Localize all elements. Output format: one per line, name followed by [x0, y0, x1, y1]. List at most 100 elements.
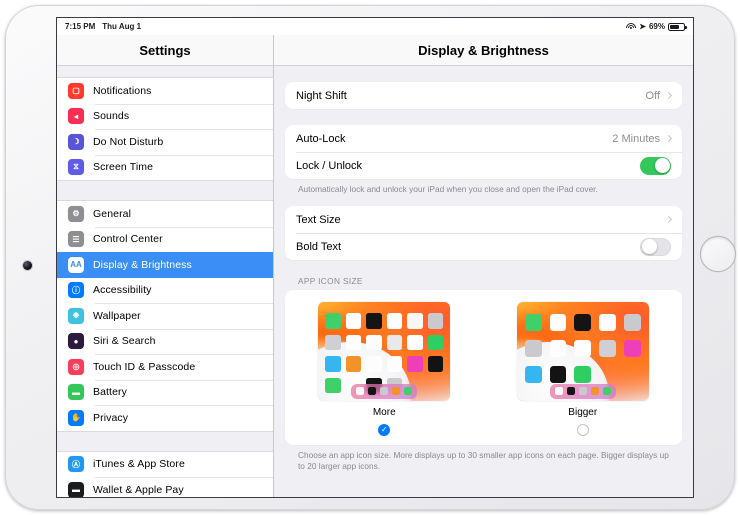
lock-unlock-toggle[interactable]	[640, 156, 671, 175]
sidebar-item-label: Accessibility	[93, 284, 152, 297]
sounds-icon: ◂	[68, 108, 84, 125]
app-icon	[574, 365, 592, 383]
lock-unlock-label: Lock / Unlock	[296, 159, 363, 172]
home-screen-preview-bigger	[516, 302, 649, 402]
app-icon-grid	[517, 302, 649, 383]
text-size-aa-icon: AA	[68, 256, 84, 273]
app-icon	[524, 314, 542, 331]
app-icon-size-option-more[interactable]: More ✓	[309, 302, 459, 437]
sidebar-item-wallpaper[interactable]: ❉ Wallpaper	[57, 303, 273, 329]
app-icon	[574, 314, 592, 331]
sidebar-item-touch-id-passcode[interactable]: ◎ Touch ID & Passcode	[57, 354, 273, 380]
location-arrow-icon: ➤	[639, 21, 646, 31]
auto-lock-card: Auto-Lock 2 Minutes Lock / Unlock	[285, 125, 682, 179]
fingerprint-icon: ◎	[68, 358, 84, 375]
sidebar-item-label: Siri & Search	[93, 335, 156, 348]
sidebar-item-itunes-app-store[interactable]: ⒶiTunes & App Store	[57, 451, 273, 477]
text-card: Text Size Bold Text	[285, 206, 682, 261]
dock	[351, 383, 418, 400]
auto-lock-row[interactable]: Auto-Lock 2 Minutes	[285, 125, 682, 152]
sidebar-item-do-not-disturb[interactable]: ☽ Do Not Disturb	[57, 129, 273, 155]
sidebar-item-screen-time[interactable]: ⧖ Screen Time	[57, 154, 273, 180]
app-icon	[345, 313, 362, 329]
sidebar-item-privacy[interactable]: ✋ Privacy	[57, 405, 273, 431]
night-shift-row[interactable]: Night Shift Off	[285, 82, 682, 109]
chevron-right-icon	[664, 216, 673, 224]
wallet-icon: ▬	[68, 481, 84, 497]
app-icon	[366, 334, 382, 351]
app-icon	[345, 334, 362, 351]
app-icon	[386, 334, 403, 351]
dock-app-icon	[578, 387, 587, 396]
app-icon-size-radio-checked[interactable]: ✓	[378, 424, 391, 437]
app-icon	[386, 356, 403, 372]
sidebar-item-display-brightness[interactable]: AA Display & Brightness	[57, 252, 273, 278]
sidebar-item-label: Screen Time	[93, 161, 154, 174]
gear-icon: ⚙	[68, 205, 84, 222]
app-icon	[549, 339, 567, 357]
wallpaper-icon: ❉	[68, 307, 84, 324]
app-icon	[407, 356, 423, 372]
sidebar-item-label: Sounds	[93, 110, 130, 123]
sidebar-item-label: Display & Brightness	[93, 258, 192, 271]
dock-app-icon	[602, 387, 611, 396]
app-icon	[325, 377, 341, 394]
dock-app-icon	[590, 387, 599, 396]
bold-text-toggle[interactable]	[640, 237, 671, 256]
dock-app-icon	[368, 387, 377, 396]
sidebar-item-battery[interactable]: ▬ Battery	[57, 379, 273, 405]
app-icon-size-option-bigger[interactable]: Bigger	[508, 302, 658, 437]
dock-app-icon	[566, 387, 575, 396]
sidebar-item-general[interactable]: ⚙ General	[57, 201, 273, 227]
sidebar-item-label: Privacy	[93, 411, 129, 424]
app-icon-size-option-label: Bigger	[568, 407, 598, 419]
app-icon-size-section-header: APP ICON SIZE	[298, 276, 363, 287]
sidebar-item-wallet-apple-pay[interactable]: ▬ Wallet & Apple Pay	[57, 477, 273, 497]
dock-app-icon	[356, 387, 365, 396]
sidebar-group-gap	[57, 181, 273, 200]
dock-app-icon	[380, 387, 389, 396]
app-icon-size-radio[interactable]	[576, 424, 589, 437]
bold-text-label: Bold Text	[296, 240, 342, 253]
sidebar-item-notifications[interactable]: ▢ Notifications	[57, 78, 273, 104]
home-button[interactable]	[701, 237, 735, 271]
sidebar-item-control-center[interactable]: ☰ Control Center	[57, 226, 273, 252]
auto-lock-value: 2 Minutes	[612, 132, 660, 145]
text-size-label: Text Size	[296, 213, 341, 226]
app-icon-grid	[318, 302, 450, 394]
detail-pane: Display & Brightness Night Shift Off Aut…	[274, 35, 693, 497]
app-icon	[524, 365, 542, 383]
app-icon	[407, 334, 423, 351]
notifications-icon: ▢	[68, 82, 84, 99]
battery-percent-label: 69%	[648, 22, 665, 31]
app-icon	[345, 356, 362, 372]
sidebar-item-accessibility[interactable]: ⓘ Accessibility	[57, 277, 273, 303]
sidebar-item-sounds[interactable]: ◂ Sounds	[57, 103, 273, 129]
app-icon	[366, 356, 382, 372]
sidebar-item-label: Wallet & Apple Pay	[93, 483, 184, 496]
lock-unlock-footnote: Automatically lock and unlock your iPad …	[298, 184, 598, 194]
sidebar-group-gap	[57, 66, 273, 77]
home-screen-preview-more	[318, 302, 451, 402]
sidebar-item-label: General	[93, 207, 132, 220]
app-icon	[599, 314, 616, 331]
accessibility-icon: ⓘ	[68, 282, 84, 299]
app-icon	[623, 314, 641, 331]
chevron-right-icon	[664, 91, 673, 100]
app-icon	[599, 339, 616, 357]
hand-raised-icon: ✋	[68, 409, 84, 426]
sliders-icon: ☰	[68, 231, 84, 248]
sidebar-item-siri-search[interactable]: ● Siri & Search	[57, 328, 273, 354]
night-shift-card: Night Shift Off	[285, 82, 682, 109]
status-bar: 7:15 PM Thu Aug 1 ➤ 69%	[57, 18, 693, 35]
app-icon	[623, 339, 641, 357]
sidebar-title: Settings	[57, 35, 273, 66]
app-icon-size-option-label: More	[372, 407, 396, 419]
status-bar-left: 7:15 PM Thu Aug 1	[65, 22, 141, 31]
app-icon	[427, 356, 444, 372]
app-icon	[325, 313, 341, 329]
text-size-row[interactable]: Text Size	[285, 206, 682, 233]
sidebar-group: ⒶiTunes & App Store ▬ Wallet & Apple Pay	[57, 450, 273, 497]
app-icon	[549, 365, 567, 383]
sidebar-item-label: iTunes & App Store	[93, 458, 185, 471]
